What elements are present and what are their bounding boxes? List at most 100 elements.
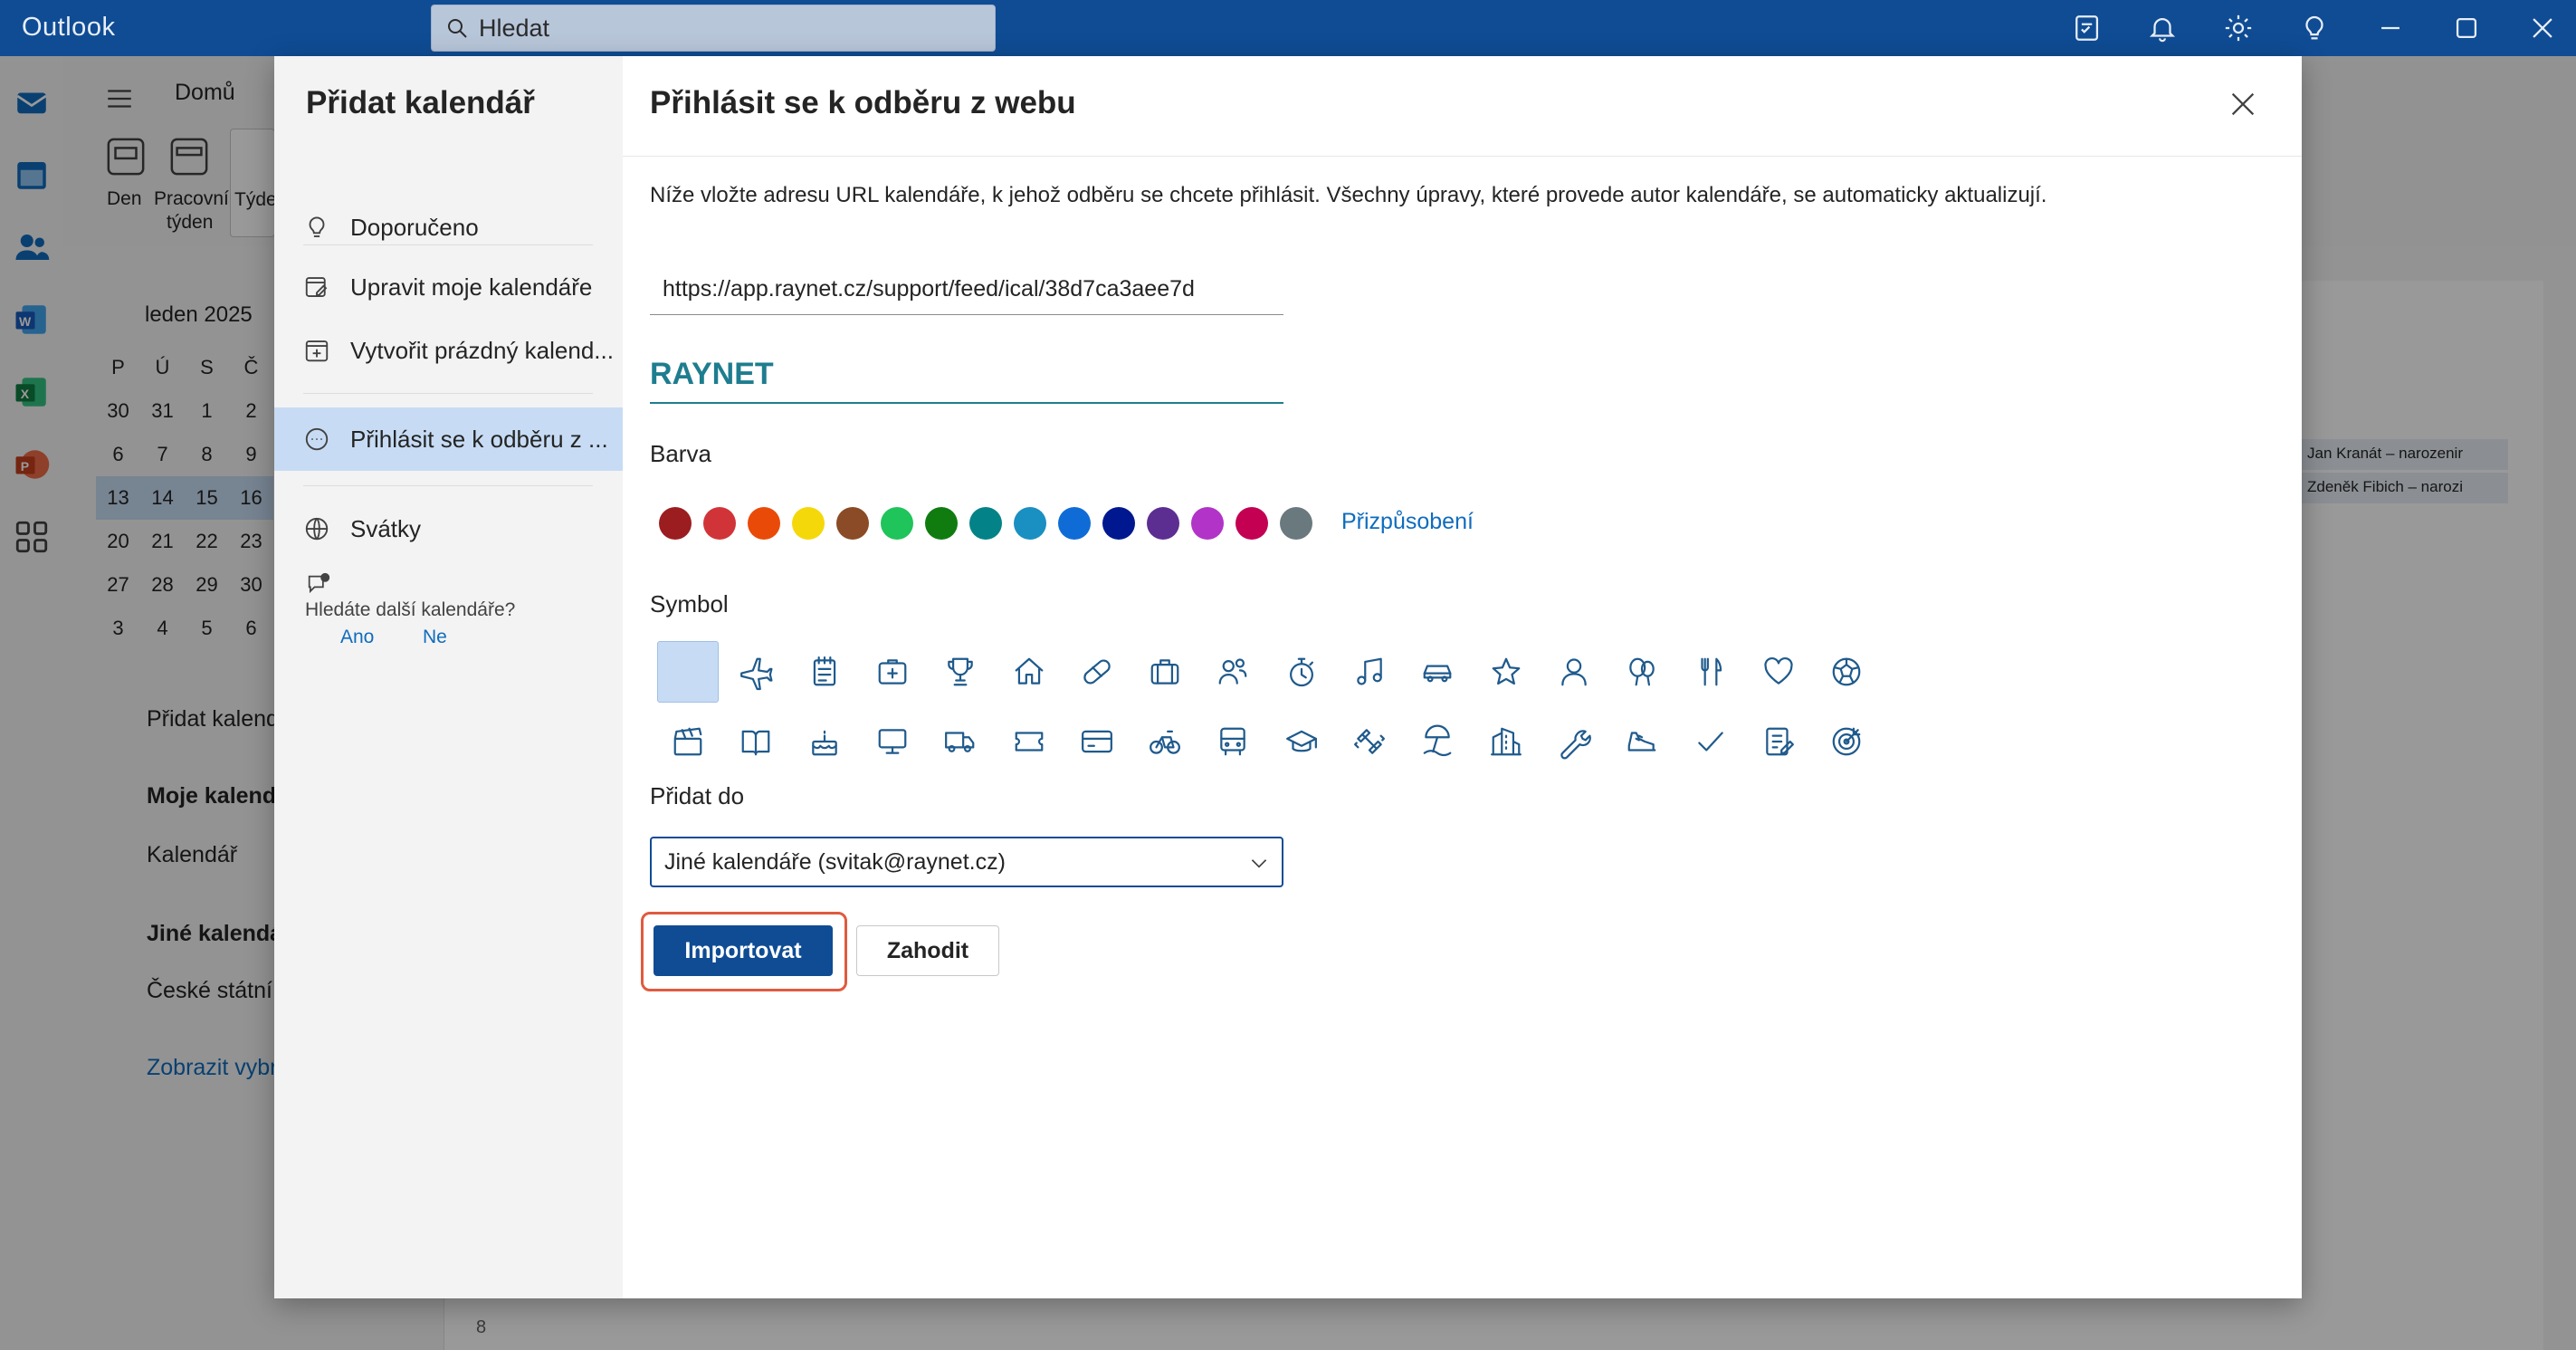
lightbulb-icon[interactable] (2299, 13, 2330, 43)
subscribe-icon (305, 427, 329, 451)
notepad-icon (813, 656, 835, 686)
symbol-people[interactable] (1202, 641, 1264, 703)
symbol-wrench[interactable] (1543, 711, 1605, 772)
movie-clapper-icon (673, 727, 702, 756)
symbol-pill[interactable] (1066, 641, 1128, 703)
symbol-beach[interactable] (1407, 711, 1468, 772)
symbol-airplane[interactable] (725, 641, 787, 703)
gear-icon[interactable] (2223, 13, 2254, 43)
add-calendar-icon (305, 340, 329, 362)
color-swatch[interactable] (659, 507, 692, 540)
symbol-person[interactable] (1543, 641, 1605, 703)
color-swatch[interactable] (969, 507, 1002, 540)
color-swatch[interactable] (792, 507, 825, 540)
color-swatch[interactable] (1236, 507, 1268, 540)
symbol-balloon[interactable] (1611, 641, 1673, 703)
add-to-value: Jiné kalendáře (svitak@raynet.cz) (664, 848, 1006, 875)
graduation-cap-icon (1285, 730, 1317, 752)
maximize-icon[interactable] (2451, 13, 2482, 43)
nav-holidays[interactable]: Svátky (274, 497, 623, 560)
divider (303, 485, 593, 486)
bell-icon[interactable] (2147, 13, 2178, 43)
add-to-select[interactable]: Jiné kalendáře (svitak@raynet.cz) (650, 837, 1283, 887)
symbol-city[interactable] (1475, 711, 1537, 772)
symbol-monitor[interactable] (862, 711, 923, 772)
car-icon (1423, 665, 1452, 683)
nav-create-blank[interactable]: Vytvořit prázdný kalend... (274, 319, 623, 382)
symbol-heart[interactable] (1748, 641, 1809, 703)
edit-calendar-icon (305, 277, 328, 297)
symbol-credit-card[interactable] (1066, 711, 1128, 772)
nav-recommended[interactable]: Doporučeno (274, 196, 623, 259)
color-swatch[interactable] (836, 507, 869, 540)
symbol-task-list[interactable] (1748, 711, 1809, 772)
symbol-book[interactable] (725, 711, 787, 772)
symbol-movie-clapper[interactable] (657, 711, 719, 772)
target-icon (1832, 727, 1861, 756)
nav-subscribe-web[interactable]: Přihlásit se k odběru z ... (274, 407, 623, 471)
star-icon (1492, 657, 1520, 685)
symbol-bus[interactable] (1202, 711, 1264, 772)
symbol-ticket[interactable] (998, 711, 1060, 772)
symbol-truck[interactable] (930, 711, 991, 772)
color-swatch[interactable] (1280, 507, 1312, 540)
color-swatch[interactable] (881, 507, 913, 540)
music-note-icon (1357, 657, 1382, 685)
symbol-checkmark[interactable] (1680, 711, 1741, 772)
color-swatch[interactable] (1102, 507, 1135, 540)
people-icon (1219, 658, 1247, 685)
customize-color-link[interactable]: Přizpůsobení (1341, 509, 1474, 535)
close-window-icon[interactable] (2527, 13, 2558, 43)
symbol-home[interactable] (998, 641, 1060, 703)
feedback-no-link[interactable]: Ne (423, 627, 447, 648)
import-button[interactable]: Importovat (654, 925, 833, 976)
symbol-target[interactable] (1816, 711, 1877, 772)
minimize-icon[interactable] (2375, 13, 2406, 43)
search-input[interactable]: Hledat (431, 5, 996, 52)
book-icon (741, 730, 770, 756)
color-swatch[interactable] (1058, 507, 1091, 540)
close-icon[interactable] (2228, 89, 2258, 120)
color-swatch[interactable] (1191, 507, 1224, 540)
pill-icon (1083, 659, 1111, 685)
color-swatch[interactable] (1014, 507, 1046, 540)
symbol-briefcase[interactable] (1134, 641, 1196, 703)
trophy-icon (948, 657, 973, 686)
symbol-graduation-cap[interactable] (1271, 711, 1332, 772)
beach-icon (1423, 724, 1452, 757)
symbol-first-aid[interactable] (862, 641, 923, 703)
symbol-fork-knife[interactable] (1680, 641, 1741, 703)
symbol-running-shoe[interactable] (1611, 711, 1673, 772)
briefcase-icon (1150, 659, 1179, 685)
nav-recommended-label: Doporučeno (350, 213, 479, 241)
symbol-music-note[interactable] (1339, 641, 1400, 703)
stopwatch-icon (1289, 657, 1313, 687)
calendar-url-input[interactable] (650, 264, 1283, 315)
notes-icon[interactable] (2073, 13, 2104, 43)
color-swatch[interactable] (748, 507, 780, 540)
color-swatch[interactable] (925, 507, 958, 540)
symbol-label: Symbol (650, 590, 729, 618)
calendar-name-input[interactable]: RAYNET (650, 346, 1283, 404)
symbol-dumbbell[interactable] (1339, 711, 1400, 772)
symbol-cake[interactable] (794, 711, 855, 772)
symbol-bicycle[interactable] (1134, 711, 1196, 772)
truck-icon (945, 732, 975, 752)
feedback-yes-link[interactable]: Ano (340, 627, 374, 648)
symbol-none-selected[interactable] (657, 641, 719, 703)
symbol-star[interactable] (1475, 641, 1537, 703)
nav-holidays-label: Svátky (350, 514, 422, 542)
discard-button[interactable]: Zahodit (856, 925, 999, 976)
symbol-trophy[interactable] (930, 641, 991, 703)
color-swatch[interactable] (703, 507, 736, 540)
symbol-notepad[interactable] (794, 641, 855, 703)
dumbbell-icon (1354, 729, 1385, 754)
nav-edit-calendars[interactable]: Upravit moje kalendáře (274, 255, 623, 319)
search-icon (448, 19, 467, 38)
symbol-car[interactable] (1407, 641, 1468, 703)
symbol-soccer-ball[interactable] (1816, 641, 1877, 703)
symbol-stopwatch[interactable] (1271, 641, 1332, 703)
divider (303, 393, 593, 394)
color-swatch[interactable] (1147, 507, 1179, 540)
fork-knife-icon (1700, 657, 1722, 686)
